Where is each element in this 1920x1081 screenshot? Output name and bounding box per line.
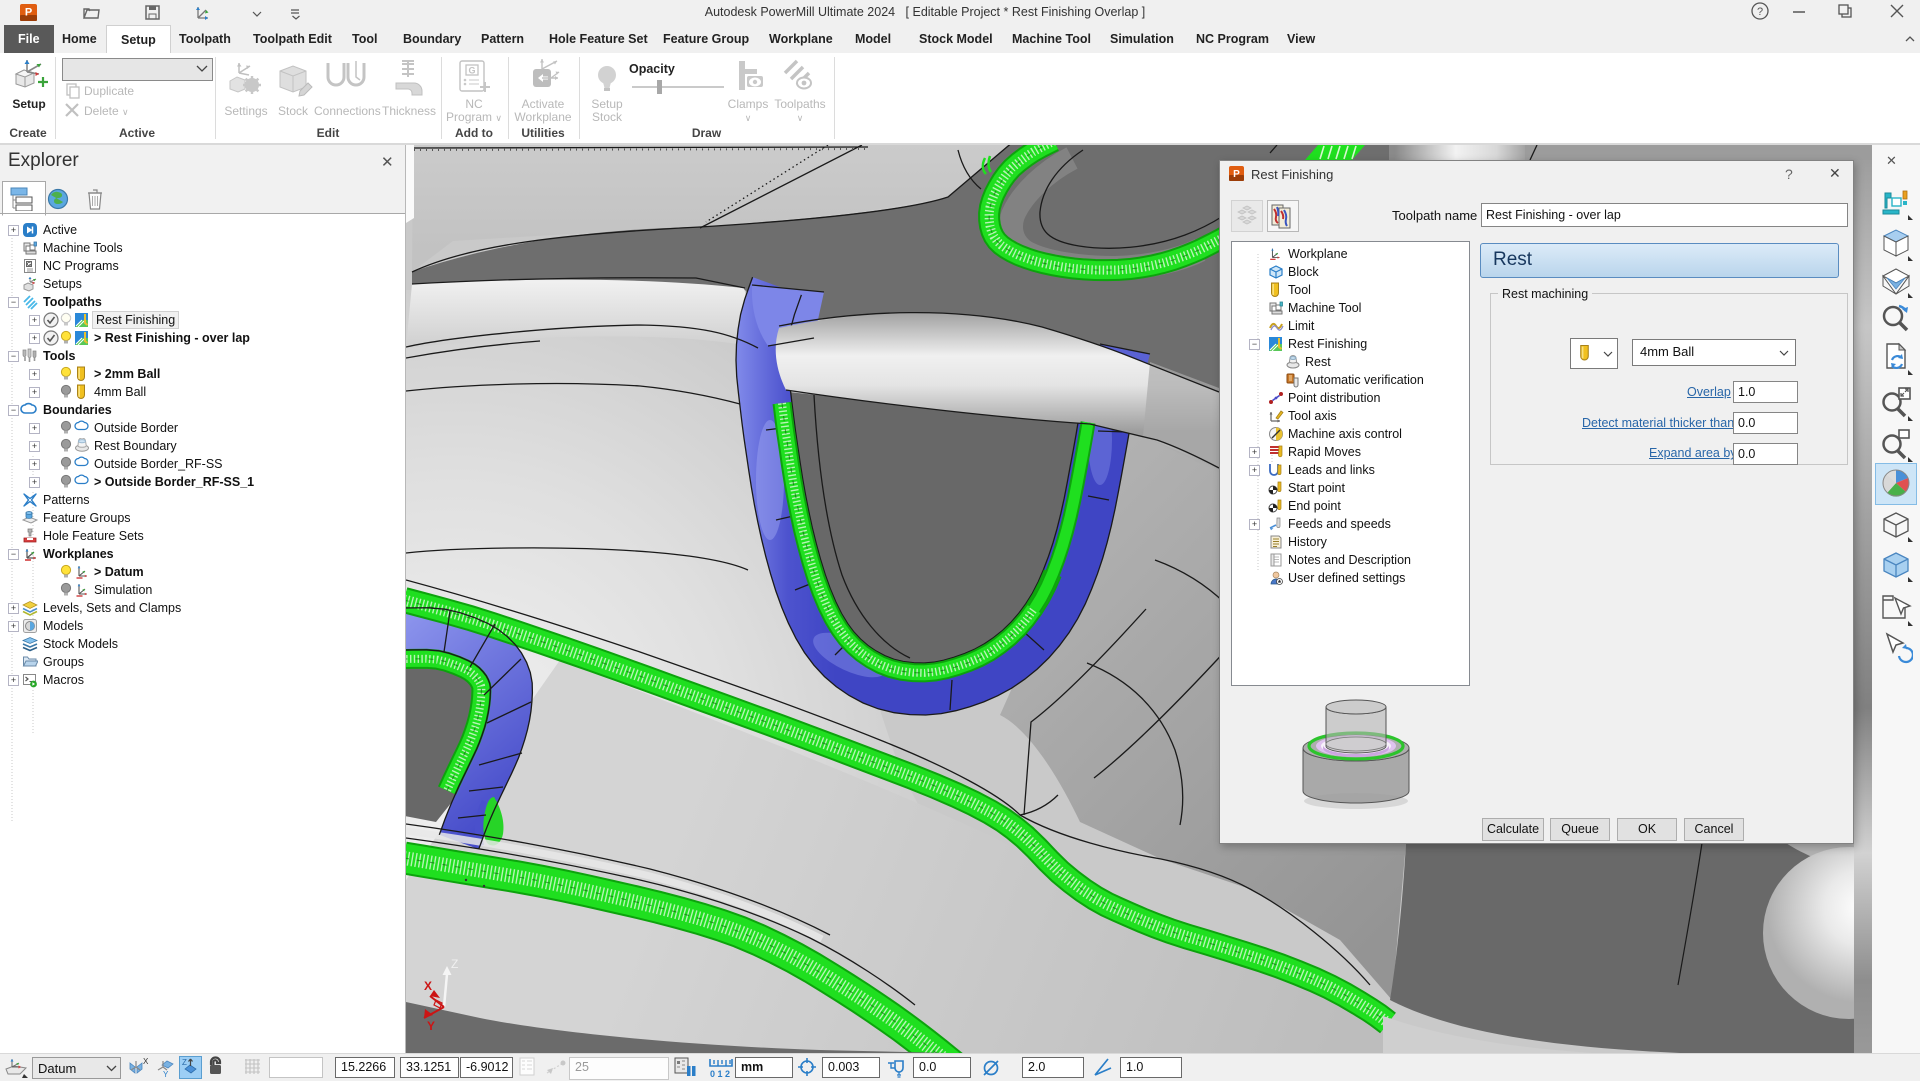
svg-text:Y: Y [427, 1019, 435, 1033]
svg-text:X: X [424, 979, 432, 993]
svg-text:Y: Y [163, 1070, 169, 1078]
svg-text:G: G [27, 262, 31, 268]
svg-text:G: G [468, 66, 475, 76]
svg-text:0 1 2: 0 1 2 [710, 1069, 730, 1079]
svg-text:Z: Z [182, 1058, 187, 1067]
svg-text:?: ? [1757, 6, 1763, 18]
svg-text:X: X [143, 1057, 149, 1066]
svg-text:Z: Z [451, 957, 458, 971]
svg-text:P: P [1233, 169, 1240, 180]
